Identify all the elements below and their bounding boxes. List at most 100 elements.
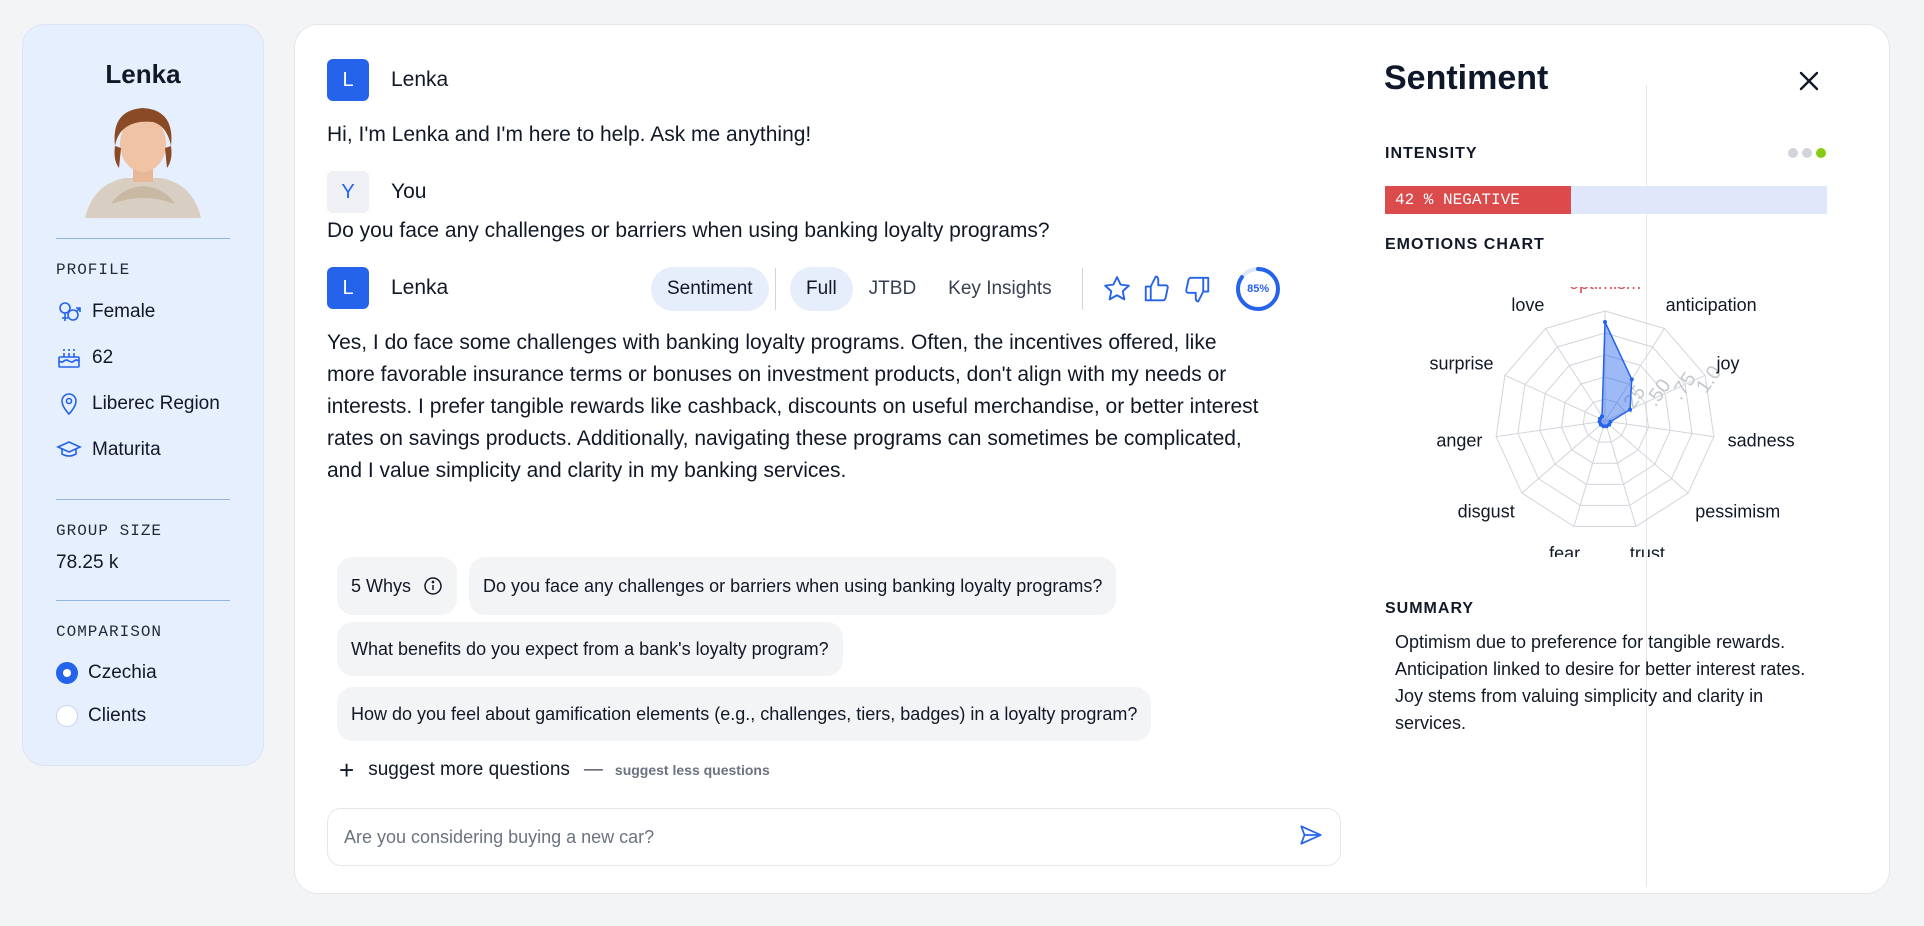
message-sender: You: [391, 180, 427, 203]
message-input-box: [327, 808, 1341, 866]
intensity-dots: [1784, 148, 1826, 158]
group-size-label: GROUP SIZE: [56, 522, 163, 540]
message-line: and I value simplicity and clarity in my…: [327, 459, 847, 482]
message-toolbar: Sentiment Full JTBD Key Insights 85%: [651, 267, 1281, 311]
sidebar-divider: [56, 600, 230, 601]
info-icon: [424, 577, 442, 595]
location-pin-icon: [56, 391, 82, 417]
toolbar-divider: [1081, 268, 1084, 310]
summary-line: Optimism due to preference for tangible …: [1395, 632, 1786, 652]
radar-spoke: [1604, 420, 1714, 438]
radar-axis-label: anticipation: [1666, 295, 1757, 315]
intensity-label: INTENSITY: [1385, 145, 1478, 162]
comparison-option-czechia[interactable]: Czechia: [56, 651, 230, 695]
persona-name: Lenka: [105, 59, 181, 89]
radar-point: [1628, 407, 1633, 412]
star-icon[interactable]: [1099, 271, 1135, 307]
five-whys-button[interactable]: 5 Whys: [337, 557, 458, 615]
avatar: Y: [327, 171, 369, 213]
message-line: rates on savings products. Additionally,…: [327, 427, 1242, 450]
profile-gender: Female: [56, 289, 230, 335]
radar-point: [1600, 414, 1605, 419]
message-sender: Lenka: [391, 276, 449, 299]
plus-icon[interactable]: +: [339, 757, 354, 783]
comparison-option-label: Czechia: [88, 662, 157, 683]
profile-gender-text: Female: [92, 301, 156, 322]
profile-age: 62: [56, 335, 230, 381]
confidence-value: 85%: [1247, 283, 1270, 295]
radio-unselected-icon[interactable]: [56, 705, 78, 727]
radar-spoke: [1573, 420, 1606, 527]
tab-jtbd[interactable]: JTBD: [853, 267, 933, 311]
tab-full[interactable]: Full: [790, 267, 853, 311]
profile-region: Liberec Region: [56, 381, 230, 427]
radar-series-area: [1598, 321, 1633, 428]
summary-label: SUMMARY: [1385, 600, 1475, 617]
suggest-more-button[interactable]: suggest more questions: [368, 759, 570, 781]
radar-axis-label: anger: [1436, 431, 1482, 451]
tab-key-insights[interactable]: Key Insights: [932, 267, 1068, 311]
intensity-bar: 42 % NEGATIVE: [1385, 186, 1827, 214]
avatar: L: [327, 267, 369, 309]
radar-axis-label: joy: [1716, 354, 1740, 374]
summary-text: Optimism due to preference for tangible …: [1395, 629, 1815, 737]
sidebar-divider: [56, 238, 230, 239]
radar-point: [1603, 320, 1607, 324]
profile-education: Maturita: [56, 427, 230, 473]
thumbs-up-icon[interactable]: [1139, 271, 1175, 307]
graduation-cap-icon: [56, 437, 82, 463]
comparison-label: COMPARISON: [56, 623, 163, 641]
radar-spoke: [1496, 420, 1606, 438]
message-header: L Lenka: [327, 267, 448, 309]
five-whys-label: 5 Whys: [351, 575, 412, 596]
message-line: more favorable insurance terms or bonuse…: [327, 363, 1227, 386]
message-header: Y You: [327, 171, 426, 213]
radar-axis-label: pessimism: [1695, 501, 1780, 521]
close-icon[interactable]: [1793, 65, 1825, 97]
thumbs-down-icon[interactable]: [1179, 271, 1215, 307]
message-text: Do you face any challenges or barriers w…: [327, 219, 1050, 242]
radar-axis-label: surprise: [1429, 354, 1493, 374]
suggest-less-button[interactable]: suggest less questions: [615, 762, 770, 778]
profile-region-text: Liberec Region: [92, 393, 220, 414]
radar-axis-label: optimism: [1569, 287, 1641, 293]
radar-axis-label: sadness: [1728, 431, 1795, 451]
profile-label: PROFILE: [56, 261, 131, 279]
message-line: Yes, I do face some challenges with bank…: [327, 331, 1217, 354]
suggest-row: + suggest more questions — suggest less …: [339, 757, 770, 783]
suggested-question[interactable]: What benefits do you expect from a bank'…: [337, 622, 843, 676]
chat-card: L Lenka Hi, I'm Lenka and I'm here to he…: [294, 24, 1890, 894]
comparison-option-clients[interactable]: Clients: [56, 695, 230, 737]
radio-selected-icon[interactable]: [56, 662, 78, 684]
radar-axis-label: fear: [1549, 543, 1580, 557]
radar-spoke: [1604, 420, 1637, 527]
profile-education-text: Maturita: [92, 439, 161, 460]
message-input[interactable]: [344, 826, 1298, 848]
emotions-radar-chart: .25.50.751.0optimismanticipationjoysadne…: [1429, 287, 1795, 557]
summary-line: Joy stems from valuing simplicity and cl…: [1395, 686, 1764, 733]
message-header: L Lenka: [327, 59, 448, 101]
radar-axis-label: disgust: [1458, 501, 1515, 521]
confidence-ring: 85%: [1235, 266, 1281, 312]
message-text: Hi, I'm Lenka and I'm here to help. Ask …: [327, 123, 812, 146]
emotions-chart-label: EMOTIONS CHART: [1385, 236, 1545, 253]
radar-axis-label: trust: [1630, 543, 1665, 557]
profile-age-text: 62: [92, 347, 114, 368]
group-size-value: 78.25 k: [56, 552, 119, 573]
toolbar-divider: [774, 268, 777, 310]
summary-line: Anticipation linked to desire for better…: [1395, 659, 1806, 679]
persona-avatar: [75, 96, 211, 218]
message-line: interests. I prefer tangible rewards lik…: [327, 395, 1259, 418]
suggested-question[interactable]: How do you feel about gamification eleme…: [337, 687, 1152, 741]
sentiment-title: Sentiment: [1384, 59, 1549, 97]
persona-sidebar: Lenka PROFILE Female 62 Liberec Region M…: [22, 24, 264, 766]
radar-axis-label: love: [1511, 295, 1544, 315]
cake-icon: [56, 345, 82, 371]
dash-icon: —: [583, 759, 603, 780]
intensity-bar-fill: 42 % NEGATIVE: [1385, 186, 1571, 214]
send-icon[interactable]: [1298, 822, 1324, 853]
sidebar-divider: [56, 499, 230, 500]
suggested-question[interactable]: Do you face any challenges or barriers w…: [469, 557, 1117, 615]
sentiment-button[interactable]: Sentiment: [651, 267, 769, 311]
gender-icon: [56, 299, 82, 325]
